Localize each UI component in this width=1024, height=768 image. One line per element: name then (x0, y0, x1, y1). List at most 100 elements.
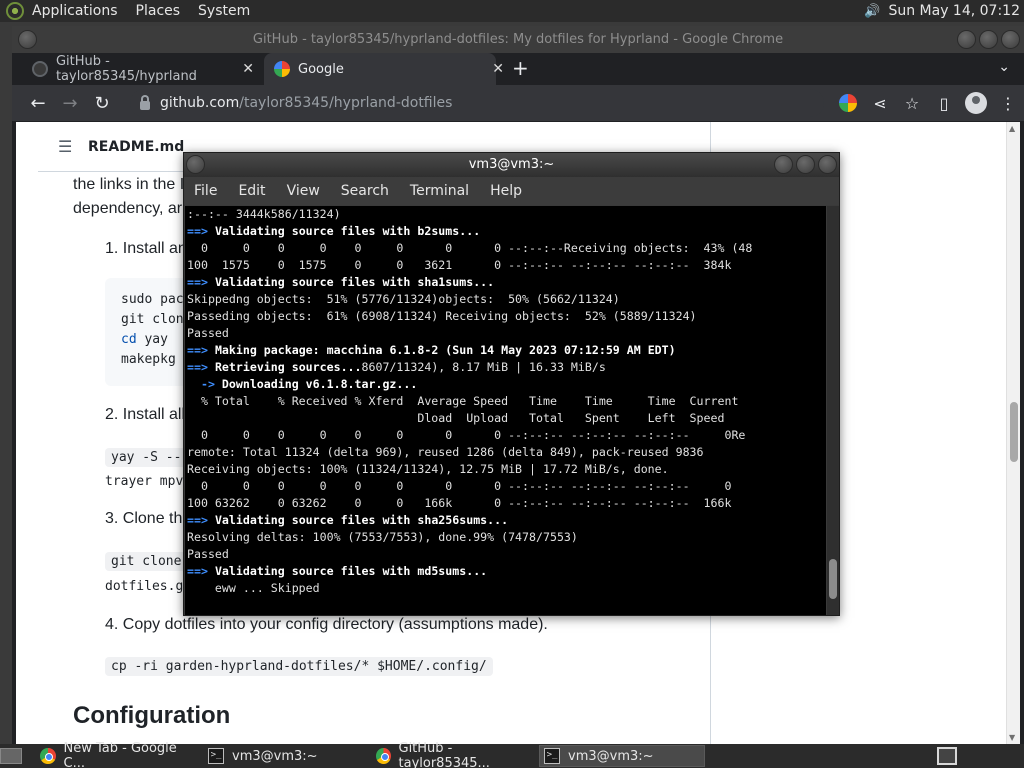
window-menu-buttons (18, 30, 37, 49)
terminal-title: vm3@vm3:~ (468, 157, 555, 172)
places-menu[interactable]: Places (136, 3, 181, 19)
code-keyword: cd (121, 332, 137, 347)
terminal-line: Passeding objects: 61% (6908/11324) Rece… (187, 308, 697, 325)
page-scrollbar-thumb[interactable] (1010, 402, 1018, 462)
terminal-line: Dload Upload Total Spent Left Speed (187, 410, 724, 427)
close-window-button[interactable] (1001, 30, 1020, 49)
window-menu-button[interactable] (18, 30, 37, 49)
applications-menu[interactable]: Applications (32, 3, 118, 19)
tab-google[interactable]: Google ✕ (264, 53, 504, 85)
menu-help[interactable]: Help (490, 183, 522, 199)
google-icon (274, 61, 290, 77)
scroll-up-icon[interactable]: ▲ (1009, 124, 1015, 133)
menu-edit[interactable]: Edit (238, 183, 265, 199)
plain-text: eww ... Skipped (187, 581, 320, 595)
window-controls (957, 30, 1020, 49)
prompt-arrow: ==> (187, 360, 208, 374)
plain-text: Dload Upload Total Spent Left Speed (187, 411, 725, 425)
plain-text: Passed (187, 326, 229, 340)
terminal-line: ==> Validating source files with md5sums… (187, 563, 487, 580)
terminal-titlebar[interactable]: vm3@vm3:~ (184, 153, 839, 177)
task-label: GitHub - taylor85345... (398, 741, 490, 768)
terminal-window-menu-button[interactable] (186, 155, 205, 174)
task-new-tab-chrome[interactable]: New Tab - Google C... (36, 741, 198, 768)
terminal-maximize-button[interactable] (796, 155, 815, 174)
code-copy-dotfiles: cp -ri garden-hyprland-dotfiles/* $HOME/… (105, 657, 493, 676)
new-tab-icon[interactable]: + (512, 56, 529, 80)
menu-file[interactable]: File (194, 183, 217, 199)
terminal-line: ==> Validating source files with b2sums.… (187, 223, 480, 240)
outline-list-icon[interactable]: ☰ (58, 137, 74, 156)
maximize-button[interactable] (979, 30, 998, 49)
code-install-deps-1: yay -S -- (105, 448, 188, 467)
task-label: New Tab - Google C... (63, 741, 177, 768)
terminal-line: ==> Making package: macchina 6.1.8-2 (Su… (187, 342, 676, 359)
reload-icon[interactable]: ↻ (86, 93, 118, 114)
plain-text: Passed (187, 547, 229, 561)
terminal-minimize-button[interactable] (774, 155, 793, 174)
page-scrollbar[interactable]: ▲ ▼ (1006, 122, 1020, 744)
terminal-line: Resolving deltas: 100% (7553/7553), done… (187, 529, 578, 546)
chrome-titlebar[interactable]: GitHub - taylor85345/hyprland-dotfiles: … (12, 26, 1024, 53)
task-github-chrome[interactable]: GitHub - taylor85345... (372, 741, 534, 768)
url-path: /taylor85345/hyprland-dotfiles (239, 95, 453, 111)
tab-github[interactable]: GitHub - taylor85345/hyprland ✕ (32, 53, 254, 85)
terminal-icon: >_ (208, 748, 224, 764)
prompt-arrow: ==> (187, 513, 208, 527)
terminal-close-button[interactable] (818, 155, 837, 174)
terminal-line: 0 0 0 0 0 0 0 0 --:--:-- --:--:-- --:--:… (187, 478, 732, 495)
menu-terminal[interactable]: Terminal (410, 183, 469, 199)
menu-view[interactable]: View (287, 183, 320, 199)
distro-logo-icon[interactable] (6, 2, 24, 20)
terminal-scrollbar-thumb[interactable] (829, 559, 837, 599)
plain-text: 8607/11324), 8.17 MiB | 16.33 MiB/s (361, 360, 606, 374)
menu-search[interactable]: Search (341, 183, 389, 199)
bottom-taskbar: New Tab - Google C... >_ vm3@vm3:~ GitHu… (0, 741, 1024, 768)
forward-arrow-icon[interactable]: → (54, 93, 86, 114)
bold-text: Validating source files with md5sums... (214, 564, 488, 578)
clock[interactable]: Sun May 14, 07:12 (888, 3, 1020, 19)
github-icon (32, 61, 48, 77)
task-terminal-2[interactable]: >_ vm3@vm3:~ (539, 745, 705, 767)
step-4: 4. Copy dotfiles into your config direct… (105, 616, 548, 633)
lock-icon[interactable] (140, 94, 150, 110)
terminal-line: ==> Validating source files with sha256s… (187, 512, 508, 529)
terminal-menubar: File Edit View Search Terminal Help (184, 177, 839, 205)
system-menu[interactable]: System (198, 3, 250, 19)
minimize-button[interactable] (957, 30, 976, 49)
close-tab-icon[interactable]: ✕ (242, 61, 254, 77)
share-icon[interactable]: ⋖ (864, 94, 896, 113)
terminal-line: 0 0 0 0 0 0 0 0 --:--:--Receiving object… (187, 240, 752, 257)
scroll-down-icon[interactable]: ▼ (1009, 733, 1015, 742)
bold-text: Validating source files with sha1sums... (214, 275, 495, 289)
plain-text: 0 0 0 0 0 0 0 0 --:--:--Receiving object… (187, 241, 753, 255)
trash-icon[interactable] (937, 747, 957, 765)
google-lens-icon[interactable] (839, 94, 857, 112)
chrome-icon (376, 748, 391, 764)
tab-strip: GitHub - taylor85345/hyprland ✕ Google ✕… (12, 53, 1024, 85)
prompt-arrow: -> (187, 377, 215, 391)
terminal-line: Skippedng objects: 51% (5776/11324)objec… (187, 291, 620, 308)
show-desktop-icon[interactable] (0, 748, 22, 764)
terminal-window: vm3@vm3:~ File Edit View Search Terminal… (183, 152, 840, 616)
address-bar[interactable]: github.com /taylor85345/hyprland-dotfile… (130, 89, 824, 117)
prompt-arrow: ==> (187, 564, 208, 578)
readme-title: README.md (88, 138, 185, 155)
url-host: github.com (160, 95, 240, 111)
terminal-line: remote: Total 11324 (delta 969), reused … (187, 444, 704, 461)
terminal-line: 0 0 0 0 0 0 0 0 --:--:-- --:--:-- --:--:… (187, 427, 745, 444)
profile-avatar-icon[interactable] (965, 92, 987, 114)
tab-search-chevron-icon[interactable]: ⌄ (998, 59, 1010, 75)
back-arrow-icon[interactable]: ← (22, 93, 54, 114)
volume-icon[interactable]: 🔊 (862, 3, 882, 19)
more-menu-icon[interactable]: ⋮ (992, 94, 1024, 113)
terminal-line: ==> Retrieving sources...8607/11324), 8.… (187, 359, 606, 376)
close-tab-icon[interactable]: ✕ (492, 61, 504, 77)
task-terminal-1[interactable]: >_ vm3@vm3:~ (204, 745, 366, 767)
top-panel: Applications Places System 🔊 Sun May 14,… (0, 0, 1024, 22)
terminal-scrollbar[interactable] (827, 206, 839, 615)
side-panel-icon[interactable]: ▯ (928, 94, 960, 113)
terminal-output[interactable]: :--:-- 3444k586/11324) ==> Validating sou… (185, 206, 826, 615)
toolbar-actions: ⋖ ☆ ▯ ⋮ (832, 85, 1024, 121)
bookmark-star-icon[interactable]: ☆ (896, 94, 928, 113)
